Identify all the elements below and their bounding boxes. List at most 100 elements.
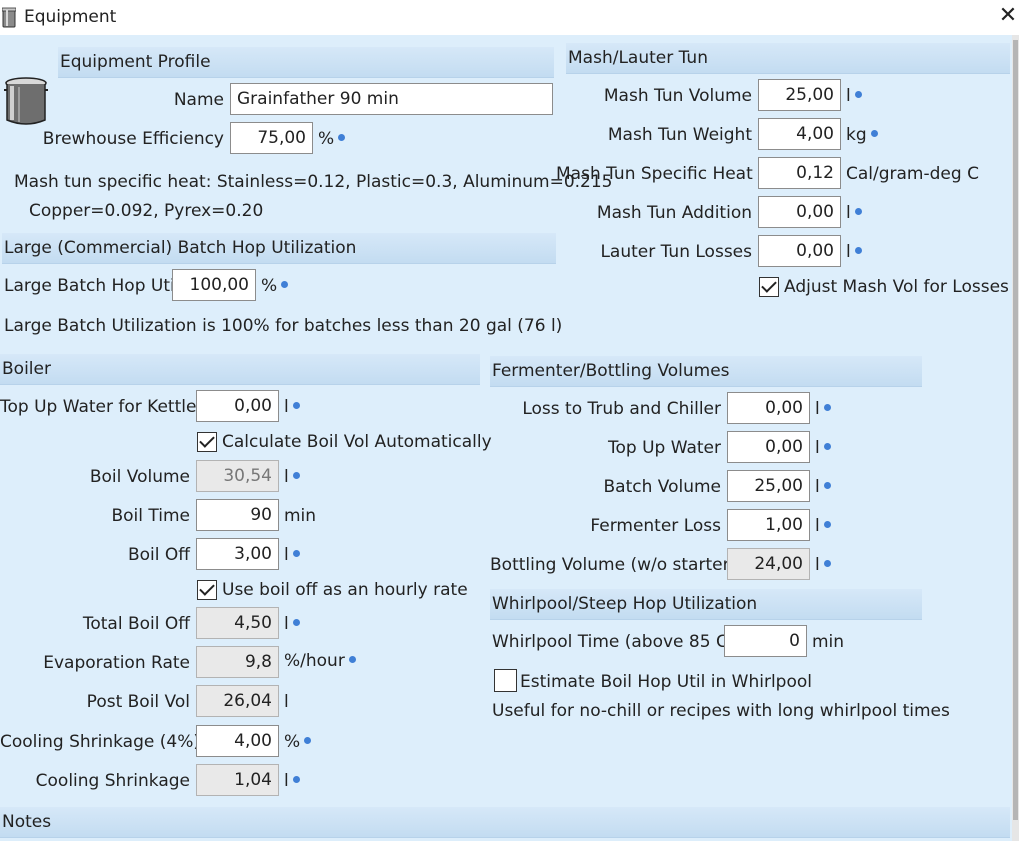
- whirlpool-time-input[interactable]: 0: [724, 625, 807, 657]
- info-dot-icon[interactable]: [292, 775, 300, 783]
- lauter-tun-losses-input[interactable]: 0,00: [758, 235, 841, 267]
- info-dot-icon[interactable]: [292, 618, 300, 626]
- info-dot-icon[interactable]: [304, 736, 312, 744]
- cooling-shrinkage-pct-unit: %: [284, 727, 312, 757]
- pot-icon: [2, 7, 16, 28]
- top-up-kettle-input[interactable]: 0,00: [196, 390, 279, 422]
- whirlpool-time-label: Whirlpool Time (above 85 C): [492, 632, 735, 652]
- whirlpool-note: Useful for no-chill or recipes with long…: [492, 701, 950, 721]
- name-input[interactable]: Grainfather 90 min: [230, 83, 553, 115]
- info-dot-icon[interactable]: [823, 520, 831, 528]
- boil-volume-label: Boil Volume: [89, 467, 190, 487]
- hourly-rate-label: Use boil off as an hourly rate: [222, 580, 468, 600]
- info-dot-icon[interactable]: [854, 246, 862, 254]
- large-batch-note: Large Batch Utilization is 100% for batc…: [4, 316, 563, 336]
- estimate-whirlpool-label: Estimate Boil Hop Util in Whirlpool: [520, 672, 812, 692]
- info-dot-icon[interactable]: [292, 549, 300, 557]
- hourly-rate-checkbox[interactable]: [197, 580, 217, 600]
- top-up-water-input[interactable]: 0,00: [727, 431, 810, 463]
- mash-tun-volume-input[interactable]: 25,00: [758, 79, 841, 111]
- post-boil-vol-input: 26,04: [196, 685, 279, 717]
- info-dot-icon[interactable]: [854, 90, 862, 98]
- close-icon[interactable]: ✕: [997, 5, 1019, 29]
- efficiency-label: Brewhouse Efficiency: [42, 129, 224, 149]
- efficiency-unit: %: [318, 124, 346, 154]
- boil-volume-unit: l: [284, 462, 300, 492]
- mash-tun-specific-heat-input[interactable]: 0,12: [758, 157, 841, 189]
- info-dot-icon[interactable]: [292, 471, 300, 479]
- equipment-profile-header: Equipment Profile: [58, 47, 554, 78]
- info-dot-icon[interactable]: [823, 403, 831, 411]
- mash-tun-volume-label: Mash Tun Volume: [603, 86, 752, 106]
- specific-heat-note-line2: Copper=0.092, Pyrex=0.20: [29, 201, 264, 221]
- bottling-volume-input: 24,00: [727, 548, 810, 580]
- cooling-shrinkage-pct-input[interactable]: 4,00: [196, 725, 279, 757]
- total-boil-off-input: 4,50: [196, 607, 279, 639]
- trub-loss-label: Loss to Trub and Chiller: [522, 399, 721, 419]
- boil-off-input[interactable]: 3,00: [196, 538, 279, 570]
- whirlpool-time-unit: min: [812, 632, 845, 652]
- mash-tun-specific-heat-label: Mash Tun Specific Heat: [556, 164, 753, 184]
- large-batch-header: Large (Commercial) Batch Hop Utilization: [2, 233, 556, 264]
- large-batch-util-unit: %: [261, 271, 289, 301]
- post-boil-vol-unit: l: [284, 692, 289, 712]
- large-batch-util-input[interactable]: 100,00: [172, 269, 256, 301]
- cooling-shrinkage-unit: l: [284, 766, 300, 796]
- notes-header: Notes: [0, 807, 1010, 838]
- fermenter-loss-label: Fermenter Loss: [590, 516, 721, 536]
- mash-tun-addition-label: Mash Tun Addition: [596, 203, 752, 223]
- boil-off-unit: l: [284, 540, 300, 570]
- cooling-shrinkage-input: 1,04: [196, 764, 279, 796]
- info-dot-icon[interactable]: [823, 442, 831, 450]
- boil-time-input[interactable]: 90: [196, 499, 279, 531]
- mash-tun-addition-input[interactable]: 0,00: [758, 196, 841, 228]
- cooling-shrinkage-label: Cooling Shrinkage: [35, 771, 190, 791]
- total-boil-off-label: Total Boil Off: [82, 614, 190, 634]
- specific-heat-note-line1: Mash tun specific heat: Stainless=0.12, …: [14, 172, 613, 192]
- boil-time-label: Boil Time: [111, 506, 190, 526]
- lauter-tun-losses-label: Lauter Tun Losses: [600, 242, 752, 262]
- total-boil-off-unit: l: [284, 609, 300, 639]
- boiler-header: Boiler: [0, 354, 480, 385]
- scrollbar-thumb[interactable]: [1013, 40, 1018, 820]
- info-dot-icon[interactable]: [292, 401, 300, 409]
- pot-icon: [4, 77, 48, 125]
- bottling-volume-label: Bottling Volume (w/o starter): [490, 555, 737, 575]
- large-batch-util-label: Large Batch Hop Util: [4, 276, 180, 296]
- top-up-water-unit: l: [815, 433, 831, 463]
- boil-volume-input: 30,54: [196, 460, 279, 492]
- mash-tun-weight-input[interactable]: 4,00: [758, 118, 841, 150]
- batch-volume-input[interactable]: 25,00: [727, 470, 810, 502]
- info-dot-icon[interactable]: [823, 559, 831, 567]
- mash-tun-addition-unit: l: [846, 198, 862, 228]
- mash-lauter-header: Mash/Lauter Tun: [566, 43, 1010, 74]
- adjust-mash-vol-checkbox[interactable]: [759, 277, 779, 297]
- trub-loss-input[interactable]: 0,00: [727, 392, 810, 424]
- trub-loss-unit: l: [815, 394, 831, 424]
- cooling-shrinkage-pct-label: Cooling Shrinkage (4%): [0, 732, 200, 752]
- batch-volume-label: Batch Volume: [603, 477, 722, 497]
- lauter-tun-losses-unit: l: [846, 237, 862, 267]
- estimate-whirlpool-checkbox[interactable]: [494, 669, 517, 692]
- mash-tun-volume-unit: l: [846, 81, 862, 111]
- top-up-kettle-label: Top Up Water for Kettle: [0, 397, 197, 417]
- adjust-mash-vol-label: Adjust Mash Vol for Losses: [784, 277, 1009, 297]
- top-up-kettle-unit: l: [284, 392, 300, 422]
- fermenter-loss-unit: l: [815, 511, 831, 541]
- info-dot-icon[interactable]: [281, 280, 289, 288]
- fermenter-loss-input[interactable]: 1,00: [727, 509, 810, 541]
- mash-tun-weight-label: Mash Tun Weight: [607, 125, 752, 145]
- calc-boil-vol-label: Calculate Boil Vol Automatically: [222, 432, 492, 452]
- info-dot-icon[interactable]: [870, 129, 878, 137]
- efficiency-input[interactable]: 75,00: [230, 122, 313, 154]
- calc-boil-vol-checkbox[interactable]: [197, 432, 217, 452]
- info-dot-icon[interactable]: [338, 133, 346, 141]
- evaporation-rate-label: Evaporation Rate: [43, 653, 190, 673]
- info-dot-icon[interactable]: [348, 655, 356, 663]
- title-bar: [0, 0, 1019, 35]
- info-dot-icon[interactable]: [854, 207, 862, 215]
- info-dot-icon[interactable]: [823, 481, 831, 489]
- whirlpool-header: Whirlpool/Steep Hop Utilization: [490, 589, 922, 620]
- boil-off-label: Boil Off: [127, 545, 190, 565]
- mash-tun-weight-unit: kg: [846, 120, 878, 150]
